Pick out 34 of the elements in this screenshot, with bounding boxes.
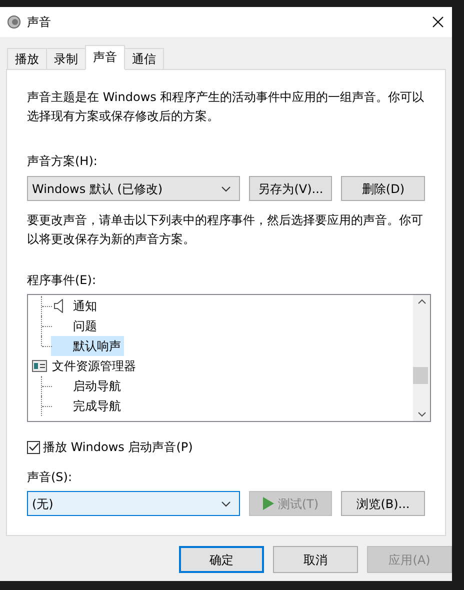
tab[interactable]: 播放 — [7, 48, 47, 70]
tree-group[interactable]: 文件资源管理器 — [52, 357, 136, 375]
checkbox[interactable] — [27, 440, 40, 454]
tree-item[interactable]: 完成导航 — [51, 396, 124, 416]
dropdown[interactable]: Windows 默认 (已修改) — [27, 176, 240, 201]
tab[interactable]: 通信 — [124, 48, 164, 70]
tree-item[interactable]: 问题 — [51, 316, 100, 336]
tree-item[interactable]: 通知 — [51, 296, 100, 316]
scrollbar[interactable] — [413, 295, 430, 421]
tree-item[interactable]: 默认响声 — [51, 336, 124, 356]
check-icon — [28, 443, 38, 451]
chevron-down-icon — [220, 186, 231, 192]
scrollbar-thumb[interactable] — [413, 367, 428, 384]
close-icon[interactable] — [432, 16, 444, 28]
scroll-up-icon[interactable] — [418, 299, 426, 304]
chevron-down-icon — [220, 500, 231, 506]
button[interactable]: 另存为(V)... — [248, 176, 332, 201]
button[interactable]: 确定 — [179, 546, 264, 573]
dropdown[interactable]: (无) — [27, 491, 240, 516]
tree-item[interactable]: 启动导航 — [51, 376, 124, 396]
checkbox-label[interactable]: 播放 Windows 启动声音(P) — [43, 438, 193, 456]
window-title: 声音 — [27, 14, 51, 31]
description-text: 声音主题是在 Windows 和程序产生的活动事件中应用的一组声音。你可以选择现有方案或保存修改后的方案。 — [27, 89, 426, 125]
field-label: 程序事件(E): — [27, 272, 97, 289]
button[interactable]: 删除(D) — [341, 176, 425, 201]
instruction-text: 要更改声音，请单击以下列表中的程序事件，然后选择要应用的声音。你可以将更改保存为新的声音方案。 — [27, 212, 424, 248]
button[interactable]: 浏览(B)... — [341, 491, 425, 516]
field-label: 声音方案(H): — [27, 153, 98, 170]
play-icon — [262, 497, 274, 510]
scroll-down-icon[interactable] — [418, 412, 426, 417]
field-label: 声音(S): — [27, 469, 74, 486]
window-icon — [32, 360, 47, 372]
tab[interactable]: 声音 — [85, 45, 125, 70]
button[interactable]: 取消 — [273, 546, 358, 573]
